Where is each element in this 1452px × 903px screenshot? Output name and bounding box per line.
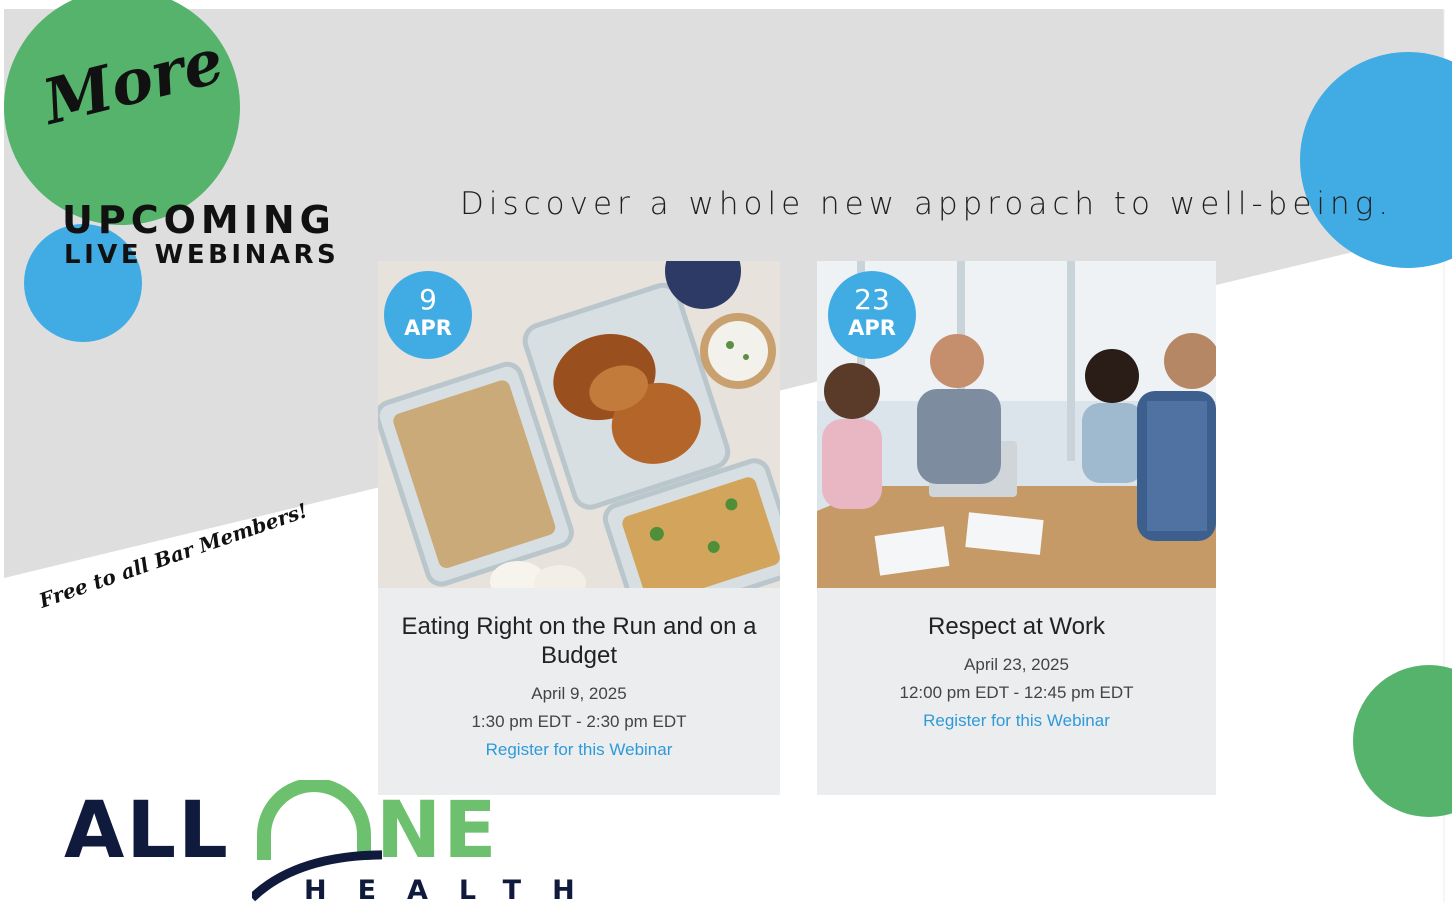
webinar-card: 23 APR Respect at Work April 23, 2025 12… [817,261,1216,795]
badge-day: 23 [854,283,890,316]
webinar-time: 1:30 pm EDT - 2:30 pm EDT [471,712,687,731]
date-badge: 23 APR [828,271,916,359]
webinar-title: Eating Right on the Run and on a Budget [401,613,757,669]
badge-month: APR [848,316,896,340]
card-body: Respect at Work April 23, 2025 12:00 pm … [817,588,1216,735]
logo-health: HEALTH [304,875,606,903]
logo-ne: NE [376,786,499,876]
register-link[interactable]: Register for this Webinar [817,707,1216,735]
card-body: Eating Right on the Run and on a Budget … [378,588,780,764]
flyer: More UPCOMING LIVE WEBINARS Discover a w… [0,0,1452,903]
heading-upcoming: UPCOMING [62,198,336,242]
badge-day: 9 [419,283,437,316]
allone-health-logo: ALL NE HEALTH [64,780,584,903]
webinar-date: April 23, 2025 [964,655,1069,674]
webinar-date: April 9, 2025 [531,684,627,703]
webinar-title: Respect at Work [928,613,1105,640]
tagline: Discover a whole new approach to well-be… [460,186,1394,222]
register-link[interactable]: Register for this Webinar [378,736,780,764]
logo-all: ALL [64,786,230,876]
badge-month: APR [404,316,452,340]
webinar-card: 9 APR Eating Right on the Run and on a B… [378,261,780,795]
webinar-time: 12:00 pm EDT - 12:45 pm EDT [899,683,1134,702]
heading-live-webinars: LIVE WEBINARS [64,240,340,270]
date-badge: 9 APR [384,271,472,359]
